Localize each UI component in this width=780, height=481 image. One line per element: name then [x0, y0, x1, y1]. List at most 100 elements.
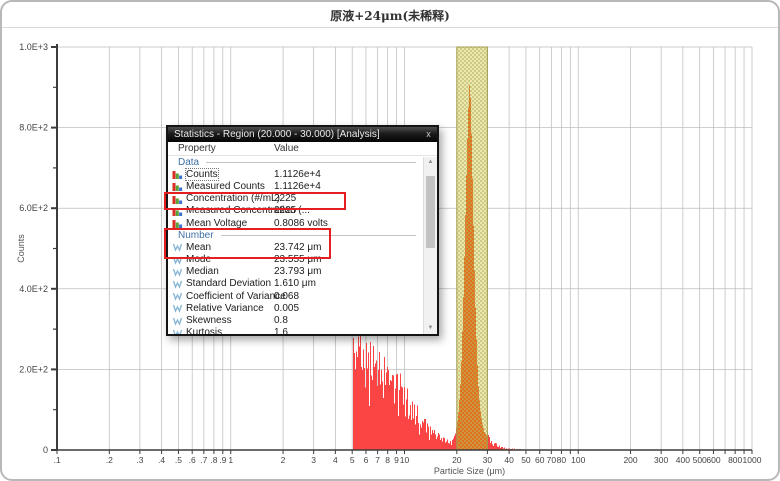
distribution-icon — [172, 303, 183, 313]
x-tick-label: 1 — [228, 455, 233, 465]
stat-row[interactable]: Median 23.793 μm — [168, 266, 424, 278]
column-value: Value — [274, 143, 299, 154]
y-tick-label: 1.0E+3 — [19, 42, 48, 52]
histogram-icon — [172, 194, 183, 204]
x-tick-label: 200 — [623, 455, 637, 465]
scroll-down-icon[interactable]: ▼ — [424, 323, 437, 334]
stat-value: 1.1126e+4 — [274, 181, 321, 192]
dialog-column-header: Property Value — [168, 142, 437, 156]
stat-property: Mode — [186, 254, 211, 265]
stat-row[interactable]: Kurtosis1.6 — [168, 327, 424, 334]
distribution-icon — [172, 279, 183, 289]
x-tick-label: 2 — [281, 455, 286, 465]
x-tick-label: 30 — [483, 455, 493, 465]
stat-value: 23.555 μm — [274, 254, 321, 265]
dialog-scrollbar[interactable]: ▲ ▼ — [423, 157, 437, 334]
stat-row[interactable]: Skewness 0.8 — [168, 314, 424, 326]
stat-property: Mean Voltage — [186, 218, 247, 229]
column-property: Property — [178, 143, 216, 154]
stat-value: 0.068 — [274, 291, 299, 302]
x-tick-label: 5 — [350, 455, 355, 465]
distribution-icon — [172, 255, 183, 265]
stat-rows: DataCounts 1.1126e+4Measured Counts1.1126… — [168, 156, 424, 334]
stat-value: 1.610 μm — [274, 278, 316, 289]
x-tick-label: 70 — [547, 455, 557, 465]
distribution-icon — [172, 242, 183, 252]
histogram-icon — [172, 206, 183, 216]
x-tick-label: 50 — [521, 455, 531, 465]
x-tick-label: .4 — [158, 455, 165, 465]
x-tick-label: 8 — [385, 455, 390, 465]
x-tick-label: 300 — [654, 455, 668, 465]
y-tick-label: 8.0E+2 — [19, 123, 48, 133]
stat-row[interactable]: Measured Counts1.1126e+4 — [168, 180, 424, 192]
x-tick-label: .2 — [106, 455, 113, 465]
x-tick-label: .9 — [219, 455, 226, 465]
x-tick-label: 400 — [676, 455, 690, 465]
x-tick-label: 100 — [571, 455, 585, 465]
stat-value: 0.8086 volts — [274, 218, 328, 229]
stat-row[interactable]: Measured Concentration (...2225 — [168, 205, 424, 217]
histogram-icon — [172, 218, 183, 228]
stat-row[interactable]: Standard Deviation1.610 μm — [168, 278, 424, 290]
stat-property: Median — [186, 266, 219, 277]
stat-value: 23.793 μm — [274, 266, 321, 277]
stat-row[interactable]: Concentration (#/mL)2225 — [168, 193, 424, 205]
x-tick-label: .8 — [210, 455, 217, 465]
stat-row[interactable]: Coefficient of Variance0.068 — [168, 290, 424, 302]
analysis-region-pattern — [457, 47, 488, 450]
x-tick-label: 9 — [394, 455, 399, 465]
dialog-body: Property Value DataCounts1.1126e+4Measur… — [168, 142, 437, 334]
x-tick-label: 6 — [364, 455, 369, 465]
stat-property: Relative Variance — [186, 303, 264, 314]
x-tick-label: 60 — [535, 455, 545, 465]
x-axis-title: Particle Size (μm) — [434, 466, 505, 476]
x-tick-label: .3 — [136, 455, 143, 465]
stat-row[interactable]: Counts 1.1126e+4 — [168, 168, 424, 180]
x-tick-label: 40 — [504, 455, 514, 465]
statistics-dialog: Statistics - Region (20.000 - 30.000) [A… — [166, 125, 439, 336]
x-tick-label: .6 — [189, 455, 196, 465]
y-tick-label: 0 — [43, 445, 48, 455]
close-icon[interactable]: x — [423, 129, 434, 140]
stat-property: Kurtosis — [186, 327, 222, 334]
scroll-up-icon[interactable]: ▲ — [424, 157, 437, 168]
stat-row[interactable]: Mode 23.555 μm — [168, 254, 424, 266]
x-tick-label: .5 — [175, 455, 182, 465]
stat-property: Skewness — [186, 315, 232, 326]
dialog-titlebar[interactable]: Statistics - Region (20.000 - 30.000) [A… — [168, 127, 437, 142]
stat-row[interactable]: Mean Voltage 0.8086 volts — [168, 217, 424, 229]
x-tick-label: 7 — [375, 455, 380, 465]
x-tick-label: 10 — [400, 455, 410, 465]
section-rule — [221, 235, 416, 236]
stat-value: 1.1126e+4 — [274, 169, 321, 180]
x-tick-label: 1000 — [743, 455, 762, 465]
y-tick-label: 4.0E+2 — [19, 284, 48, 294]
x-tick-label: .1 — [53, 455, 60, 465]
scrollbar-thumb[interactable] — [426, 176, 435, 248]
section-rule — [206, 162, 416, 163]
y-tick-label: 2.0E+2 — [19, 364, 48, 374]
stat-value: 0.005 — [274, 303, 299, 314]
section-name: Number — [178, 230, 214, 241]
distribution-icon — [172, 328, 183, 334]
x-tick-label: 3 — [311, 455, 316, 465]
stat-property: Counts — [186, 169, 218, 180]
stat-value: 2225 — [274, 193, 296, 204]
x-tick-label: .7 — [200, 455, 207, 465]
x-tick-label: 20 — [452, 455, 462, 465]
x-tick-label: 500 — [693, 455, 707, 465]
stat-section-header: Data — [168, 156, 424, 168]
stat-row[interactable]: Mean23.742 μm — [168, 241, 424, 253]
x-tick-label: 800 — [728, 455, 742, 465]
x-tick-label: 600 — [706, 455, 720, 465]
stat-property: Mean — [186, 242, 211, 253]
histogram-icon — [172, 169, 183, 179]
stat-property: Coefficient of Variance — [186, 291, 286, 302]
stat-value: 2225 — [274, 205, 296, 216]
stat-value: 0.8 — [274, 315, 288, 326]
y-axis-title: Counts — [16, 234, 26, 263]
y-tick-label: 6.0E+2 — [19, 203, 48, 213]
section-name: Data — [178, 157, 199, 168]
stat-row[interactable]: Relative Variance 0.005 — [168, 302, 424, 314]
